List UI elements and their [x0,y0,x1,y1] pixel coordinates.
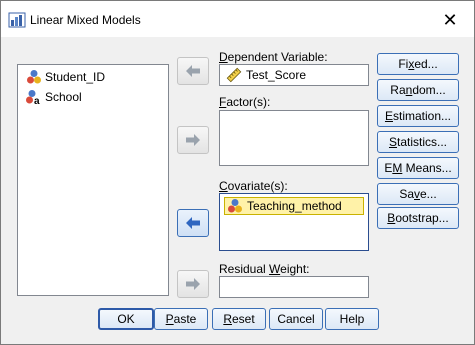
scale-variable-icon [226,67,242,83]
list-item[interactable]: a School [26,89,82,105]
linear-mixed-models-icon [8,12,26,28]
fixed-button[interactable]: Fixed... [377,53,459,75]
arrow-right-icon [186,134,200,146]
paste-button[interactable]: Paste [154,308,208,330]
close-icon: ✕ [442,10,458,30]
move-from-covariates-button[interactable] [177,209,209,237]
window-title: Linear Mixed Models [30,13,141,27]
covariates-label: Covariate(s): [219,179,288,193]
close-button[interactable]: ✕ [439,10,461,30]
ok-button[interactable]: OK [98,308,154,330]
nominal-variable-icon [228,199,242,213]
arrow-right-icon [186,278,200,290]
dependent-variable-value: Test_Score [246,68,307,82]
dialog-body: Student_ID a School Dependent Variable: … [1,37,474,344]
nominal-variable-icon [27,70,41,84]
list-item[interactable]: Student_ID [26,69,105,85]
arrow-left-icon [186,65,200,77]
cancel-button[interactable]: Cancel [269,308,323,330]
dependent-variable-item[interactable]: Test_Score [226,67,306,83]
nominal-string-variable-icon: a [26,90,40,105]
reset-button[interactable]: Reset [212,308,266,330]
factors-list[interactable] [219,110,369,166]
dependent-variable-label: Dependent Variable: [219,50,328,64]
estimation-button[interactable]: Estimation... [377,105,459,127]
bootstrap-button[interactable]: Bootstrap... [377,207,459,229]
residual-weight-label: Residual Weight: [219,262,310,276]
variable-label: Student_ID [45,70,106,84]
arrow-left-icon [186,217,200,229]
title-bar: Linear Mixed Models ✕ [1,1,474,37]
covariate-label: Teaching_method [247,199,342,213]
variable-label: School [45,90,82,104]
em-means-button[interactable]: EM Means... [377,157,459,179]
factors-label: Factor(s): [219,95,271,109]
move-to-residual-weight-button[interactable] [177,270,209,298]
random-button[interactable]: Random... [377,79,459,101]
svg-text:a: a [34,96,40,105]
statistics-button[interactable]: Statistics... [377,131,459,153]
move-to-factors-button[interactable] [177,126,209,154]
covariates-list[interactable]: Teaching_method [219,193,369,251]
residual-weight-field[interactable] [219,276,369,298]
list-item[interactable]: Teaching_method [224,197,364,215]
dialog-window: Linear Mixed Models ✕ Student_ID a Schoo… [0,0,475,345]
source-variable-list[interactable]: Student_ID a School [17,64,169,296]
save-button[interactable]: Save... [377,183,459,205]
help-button[interactable]: Help [325,308,379,330]
dependent-variable-field[interactable]: Test_Score [219,64,369,86]
move-to-dependent-button[interactable] [177,57,209,85]
